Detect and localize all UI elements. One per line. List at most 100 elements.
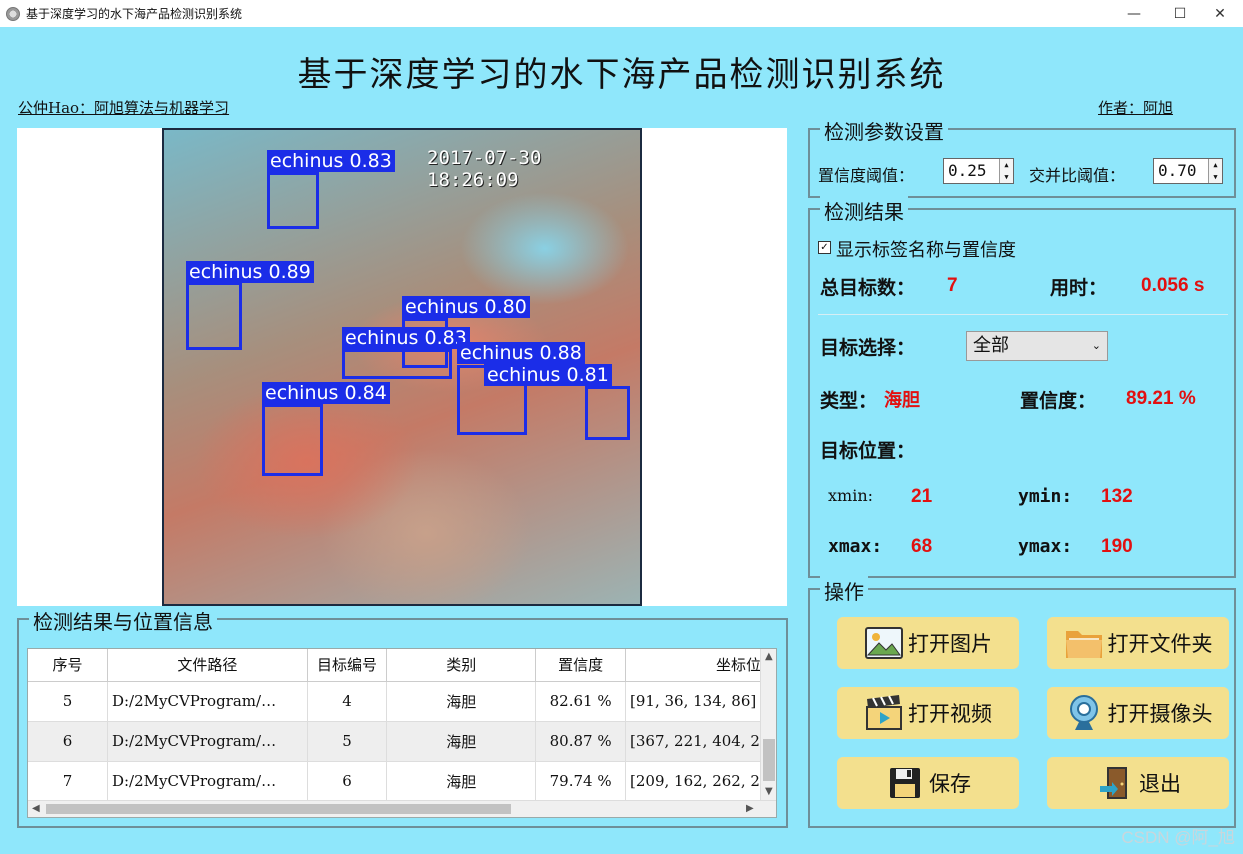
cell-confidence: 79.74 % [535, 761, 627, 802]
cell-coords: [209, 162, 262, 21 [625, 761, 776, 802]
watermark: CSDN @阿_旭 [1121, 828, 1235, 847]
detection-label: echinus 0.84 [262, 382, 390, 404]
cell-target-id: 6 [307, 761, 388, 802]
open-image-button[interactable]: 打开图片 [837, 617, 1019, 669]
detection-label: echinus 0.88 [457, 342, 585, 364]
scroll-down-icon[interactable]: ▼ [765, 786, 773, 797]
target-position-label: 目标位置： [820, 440, 916, 462]
detection-box [585, 386, 630, 440]
ymax-value: 190 [1101, 536, 1133, 557]
chevron-down-icon[interactable]: ⌄ [1092, 332, 1101, 360]
scroll-right-icon[interactable]: ▶ [746, 803, 754, 814]
exit-door-icon [1095, 764, 1135, 802]
cell-index: 5 [28, 681, 108, 722]
ymax-label: ymax: [1018, 536, 1073, 557]
target-select-dropdown[interactable]: 全部 ⌄ [966, 331, 1108, 361]
minimize-button[interactable]: — [1111, 0, 1157, 27]
open-folder-button[interactable]: 打开文件夹 [1047, 617, 1229, 669]
elapsed-time-value: 0.056 s [1141, 275, 1205, 296]
show-label-text: 显示标签名称与置信度 [836, 240, 1016, 261]
cell-path: D:/2MyCVProgram/… [107, 761, 308, 802]
detection-label: echinus 0.89 [186, 261, 314, 283]
cell-class: 海胆 [386, 681, 537, 722]
iou-threshold-spinbox[interactable]: 0.70 ▲ ▼ [1153, 158, 1223, 184]
column-header[interactable]: 置信度 [535, 649, 627, 682]
cell-class: 海胆 [386, 761, 537, 802]
table-row[interactable]: 7 D:/2MyCVProgram/… 6 海胆 79.74 % [209, 1… [28, 761, 776, 802]
table-row[interactable]: 6 D:/2MyCVProgram/… 5 海胆 80.87 % [367, 2… [28, 721, 776, 762]
ymin-label: ymin: [1018, 486, 1073, 507]
open-camera-button[interactable]: 打开摄像头 [1047, 687, 1229, 739]
cell-index: 6 [28, 721, 108, 762]
column-header[interactable]: 类别 [386, 649, 537, 682]
image-icon [864, 624, 904, 662]
results-table[interactable]: 序号 文件路径 目标编号 类别 置信度 坐标位 5 D:/2MyCVProgra… [27, 648, 777, 818]
cell-path: D:/2MyCVProgram/… [107, 681, 308, 722]
scroll-left-icon[interactable]: ◀ [32, 803, 40, 814]
webcam-icon [1064, 694, 1104, 732]
table-header-row: 序号 文件路径 目标编号 类别 置信度 坐标位 [28, 649, 776, 682]
params-group-title: 检测参数设置 [820, 116, 948, 145]
column-header[interactable]: 目标编号 [307, 649, 388, 682]
detection-image: 2017-07-30 18:26:09 echinus 0.83 echinus… [162, 128, 642, 606]
cell-confidence: 82.61 % [535, 681, 627, 722]
close-button[interactable]: ✕ [1197, 0, 1243, 27]
xmax-value: 68 [911, 536, 933, 557]
show-label-checkbox[interactable]: ✓ [818, 241, 831, 254]
iou-threshold-label: 交并比阈值： [1029, 166, 1126, 185]
detection-box [342, 349, 452, 379]
table-row[interactable]: 5 D:/2MyCVProgram/… 4 海胆 82.61 % [91, 36… [28, 681, 776, 722]
detection-box [186, 282, 242, 350]
author-wechat-note: 公仲Hao：阿旭算法与机器学习 [18, 99, 230, 117]
folder-icon [1064, 624, 1104, 662]
scroll-up-icon[interactable]: ▲ [765, 651, 773, 662]
column-header[interactable]: 坐标位 [625, 649, 776, 682]
operations-group-title: 操作 [820, 576, 868, 605]
cell-index: 7 [28, 761, 108, 802]
cell-target-id: 5 [307, 721, 388, 762]
column-header[interactable]: 序号 [28, 649, 108, 682]
conf-threshold-spinbox[interactable]: 0.25 ▲ ▼ [943, 158, 1014, 184]
column-header[interactable]: 文件路径 [107, 649, 308, 682]
detection-label: echinus 0.80 [402, 296, 530, 318]
results-group-title: 检测结果 [820, 196, 908, 225]
confidence-label: 置信度： [1020, 390, 1097, 412]
detection-label: echinus 0.83 [342, 327, 470, 349]
type-label: 类型： [820, 390, 878, 412]
window-title: 基于深度学习的水下海产品检测识别系统 [26, 7, 243, 21]
xmin-value: 21 [911, 486, 933, 507]
results-grid: 序号 文件路径 目标编号 类别 置信度 坐标位 5 D:/2MyCVProgra… [28, 649, 776, 802]
clapperboard-icon [864, 694, 904, 732]
horizontal-scroll-thumb[interactable] [46, 804, 511, 814]
cell-class: 海胆 [386, 721, 537, 762]
cell-coords: [367, 221, 404, 26 [625, 721, 776, 762]
vertical-scrollbar[interactable]: ▲ ▼ [760, 649, 776, 801]
total-targets-value: 7 [947, 275, 958, 296]
window-titlebar: 基于深度学习的水下海产品检测识别系统 — ☐ ✕ [0, 0, 1243, 27]
xmin-label: xmin: [828, 486, 874, 505]
app-icon [6, 6, 20, 21]
detection-label: echinus 0.83 [267, 150, 395, 172]
cell-confidence: 80.87 % [535, 721, 627, 762]
open-video-button[interactable]: 打开视频 [837, 687, 1019, 739]
save-button[interactable]: 保存 [837, 757, 1019, 809]
table-group-title: 检测结果与位置信息 [29, 606, 217, 635]
ymin-value: 132 [1101, 486, 1133, 507]
target-select-label: 目标选择： [820, 337, 916, 359]
floppy-disk-icon [885, 764, 925, 802]
horizontal-scrollbar[interactable]: ◀ ▶ [28, 800, 776, 817]
detection-box [262, 404, 323, 476]
cell-target-id: 4 [307, 681, 388, 722]
exit-button[interactable]: 退出 [1047, 757, 1229, 809]
cell-coords: [91, 36, 134, 86] [625, 681, 776, 722]
image-display-panel: 2017-07-30 18:26:09 echinus 0.83 echinus… [17, 128, 787, 606]
image-timestamp: 2017-07-30 18:26:09 [427, 147, 542, 191]
vertical-scroll-thumb[interactable] [763, 739, 775, 781]
xmax-label: xmax: [828, 536, 883, 557]
conf-threshold-label: 置信度阈值： [818, 166, 915, 185]
divider [818, 314, 1228, 315]
spin-arrows-icon[interactable]: ▲ ▼ [1208, 159, 1222, 183]
author-note: 作者：阿旭 [1098, 99, 1174, 117]
spin-arrows-icon[interactable]: ▲ ▼ [999, 159, 1013, 183]
elapsed-time-label: 用时： [1050, 277, 1108, 299]
